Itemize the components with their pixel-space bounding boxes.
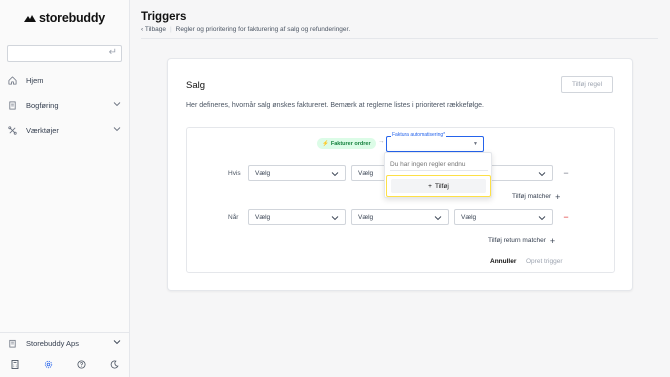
remove-when-row-button[interactable]: − (562, 213, 570, 222)
when-select-1[interactable]: Vælg (248, 209, 346, 225)
add-return-matcher-link[interactable]: Tilføj return matcher + (488, 235, 556, 246)
dropdown-add-label: Tilføj (434, 182, 449, 190)
add-rule-button[interactable]: Tilføj regel (561, 76, 613, 93)
cancel-button[interactable]: Annuller (490, 258, 516, 265)
when-select-3[interactable]: Vælg (454, 209, 553, 225)
plus-icon: + (428, 182, 432, 190)
plus-icon: + (549, 235, 556, 246)
logo[interactable]: storebuddy (24, 11, 105, 25)
brand-name: storebuddy (39, 11, 106, 25)
trigger-builder: ⚡ Fakturer ordrer → Faktura automatiseri… (186, 127, 615, 273)
select-value: Vælg (255, 213, 271, 221)
sidebar-item-bogforing[interactable]: Bogføring (7, 97, 123, 113)
card-title: Salg (186, 80, 206, 91)
sidebar-item-label: Værktøjer (26, 125, 59, 135)
when-label: Når (228, 214, 239, 221)
sidebar-footer (0, 332, 129, 377)
chevron-down-icon (113, 125, 121, 135)
add-matcher-link[interactable]: Tilføj matcher + (512, 191, 561, 202)
chevron-down-icon (331, 214, 339, 224)
chevron-down-icon (113, 100, 121, 110)
select-value: Vælg (255, 169, 271, 177)
if-select-1[interactable]: Vælg (248, 165, 346, 181)
lightning-icon: ⚡ (322, 140, 329, 147)
storebuddy-logo-icon (24, 14, 36, 22)
back-link[interactable]: ‹ Tilbage (141, 26, 166, 33)
breadcrumb: ‹ Tilbage | Regler og prioritering for f… (141, 26, 350, 33)
dropdown-add-highlight: + Tilføj (386, 175, 491, 197)
enter-key-icon: ↵ (108, 47, 117, 58)
dropdown-search-input[interactable] (390, 159, 488, 171)
create-trigger-button[interactable]: Opret trigger (526, 258, 563, 265)
trigger-badge-label: Fakturer ordrer (330, 140, 371, 147)
home-icon (7, 75, 17, 85)
caret-down-icon: ▼ (473, 141, 478, 147)
sidebar-item-label: Bogføring (26, 100, 59, 110)
trigger-badge: ⚡ Fakturer ordrer (317, 138, 376, 149)
dropdown-add-button[interactable]: + Tilføj (391, 179, 486, 193)
page-description: Regler og prioritering for fakturering a… (175, 26, 351, 33)
ledger-icon (7, 100, 17, 110)
chevron-down-icon (538, 214, 546, 224)
remove-if-row-button[interactable]: − (562, 169, 570, 178)
when-select-2[interactable]: Vælg (351, 209, 449, 225)
header-divider (141, 38, 658, 39)
search-input[interactable] (8, 49, 108, 64)
footer-icons (0, 359, 129, 369)
help-icon[interactable] (76, 359, 86, 369)
back-label: Tilbage (144, 26, 166, 33)
chevron-down-icon (434, 214, 442, 224)
sidebar-item-label: Hjem (26, 75, 44, 85)
invoice-automation-dropdown: + Tilføj (384, 152, 492, 198)
select-value: Vælg (461, 213, 477, 221)
select-value: Vælg (358, 213, 374, 221)
sidebar-item-vaerktojer[interactable]: Værktøjer (7, 122, 123, 138)
tools-icon (7, 125, 17, 135)
if-label: Hvis (228, 170, 241, 177)
chevron-down-icon (538, 170, 546, 180)
sidebar: storebuddy ↵ Hjem Bogføring Værktøjer St… (0, 0, 130, 377)
search-box[interactable]: ↵ (7, 45, 122, 64)
select-value: Vælg (358, 169, 374, 177)
add-matcher-label: Tilføj matcher (512, 193, 552, 200)
chevron-down-icon (331, 170, 339, 180)
arrow-right-icon: → (378, 138, 385, 145)
sidebar-item-home[interactable]: Hjem (7, 72, 123, 88)
gear-icon[interactable] (43, 359, 53, 369)
page-title: Triggers (141, 11, 187, 23)
invoice-automation-label: Faktura automatisering* (391, 132, 447, 138)
card-description: Her defineres, hvornår salg ønskes faktu… (186, 102, 485, 109)
if-select-3[interactable] (484, 165, 553, 181)
invoice-automation-select[interactable]: Faktura automatisering* ▼ (386, 132, 484, 152)
plus-icon: + (555, 191, 561, 202)
moon-icon[interactable] (109, 359, 119, 369)
breadcrumb-divider: | (169, 26, 172, 33)
calculator-icon[interactable] (10, 359, 20, 369)
add-return-matcher-label: Tilføj return matcher (488, 237, 546, 244)
